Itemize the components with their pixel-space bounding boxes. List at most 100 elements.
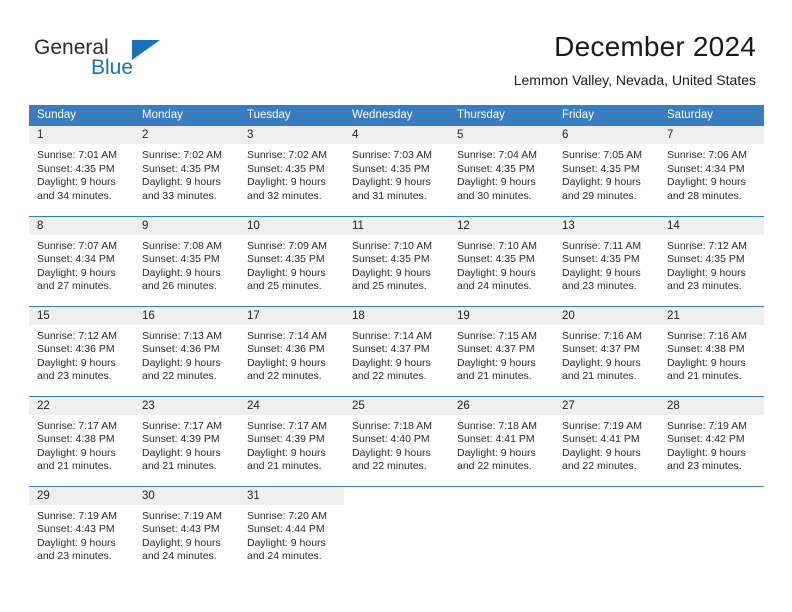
day-sunrise-text: Sunrise: 7:14 AM [247,329,327,342]
day-details: Sunrise: 7:15 AM Sunset: 4:37 PM Daylight:… [449,325,554,384]
day-number: 28 [659,396,764,415]
calendar-day-cell[interactable]: 2 Sunrise: 7:02 AM Sunset: 4:35 PM Daylight… [134,126,239,216]
day-sunset-text: Sunset: 4:36 PM [247,343,325,356]
calendar-day-cell[interactable]: 1 Sunrise: 7:01 AM Sunset: 4:35 PM Daylight… [29,126,134,216]
weekday-header-sunday: Sunday [29,105,134,126]
calendar-day-cell[interactable]: 10 Sunrise: 7:09 AM Sunset: 4:35 PM Dayligh… [239,215,344,306]
calendar-day-cell-empty [554,485,659,576]
day-daylight2-text: and 31 minutes. [352,189,427,202]
day-sunset-text: Sunset: 4:34 PM [37,253,115,266]
calendar-day-cell[interactable]: 16 Sunrise: 7:13 AM Sunset: 4:36 PM Dayligh… [134,305,239,396]
day-daylight2-text: and 30 minutes. [457,189,532,202]
day-daylight2-text: and 21 minutes. [457,370,532,383]
calendar-day-cell[interactable]: 25 Sunrise: 7:18 AM Sunset: 4:40 PM Dayligh… [344,395,449,486]
day-sunset-text: Sunset: 4:37 PM [562,343,640,356]
day-sunset-text: Sunset: 4:38 PM [37,433,115,446]
day-sunrise-text: Sunrise: 7:01 AM [37,149,117,161]
calendar-day-cell[interactable]: 6 Sunrise: 7:05 AM Sunset: 4:35 PM Daylight… [554,126,659,216]
calendar-day-cell[interactable]: 26 Sunrise: 7:18 AM Sunset: 4:41 PM Dayligh… [449,395,554,486]
day-sunrise-text: Sunrise: 7:02 AM [247,149,327,161]
calendar-day-cell[interactable]: 29 Sunrise: 7:19 AM Sunset: 4:43 PM Dayligh… [29,485,134,576]
day-sunrise-text: Sunrise: 7:09 AM [247,239,327,252]
calendar-day-cell[interactable]: 28 Sunrise: 7:19 AM Sunset: 4:42 PM Dayligh… [659,395,764,486]
calendar-day-cell[interactable]: 9 Sunrise: 7:08 AM Sunset: 4:35 PM Daylight… [134,215,239,306]
day-sunrise-text: Sunrise: 7:12 AM [37,329,117,342]
day-number: 4 [344,126,449,144]
day-sunset-text: Sunset: 4:41 PM [457,433,535,446]
calendar-day-cell[interactable]: 19 Sunrise: 7:15 AM Sunset: 4:37 PM Dayligh… [449,305,554,396]
day-number: 8 [29,216,134,235]
day-daylight1-text: Daylight: 9 hours [352,446,431,459]
day-details: Sunrise: 7:19 AM Sunset: 4:43 PM Daylight:… [134,505,239,564]
day-daylight2-text: and 34 minutes. [37,189,112,202]
calendar-day-cell[interactable]: 27 Sunrise: 7:19 AM Sunset: 4:41 PM Dayligh… [554,395,659,486]
page-title: December 2024 [554,31,756,62]
day-sunrise-text: Sunrise: 7:08 AM [142,239,222,252]
day-daylight2-text: and 25 minutes. [247,280,322,293]
day-details: Sunrise: 7:04 AM Sunset: 4:35 PM Daylight:… [449,144,554,203]
day-daylight1-text: Daylight: 9 hours [247,266,326,279]
weekday-header-friday: Friday [554,105,659,126]
calendar-day-cell[interactable]: 14 Sunrise: 7:12 AM Sunset: 4:35 PM Dayligh… [659,215,764,306]
day-number: 17 [239,306,344,325]
calendar-day-cell[interactable]: 18 Sunrise: 7:14 AM Sunset: 4:37 PM Dayligh… [344,305,449,396]
day-sunset-text: Sunset: 4:36 PM [37,343,115,356]
calendar-day-cell[interactable]: 12 Sunrise: 7:10 AM Sunset: 4:35 PM Dayligh… [449,215,554,306]
day-number: 11 [344,216,449,235]
day-number: 21 [659,306,764,325]
day-daylight2-text: and 21 minutes. [142,460,217,473]
day-daylight1-text: Daylight: 9 hours [562,446,641,459]
calendar-day-cell[interactable]: 4 Sunrise: 7:03 AM Sunset: 4:35 PM Daylight… [344,126,449,216]
day-daylight2-text: and 23 minutes. [562,280,637,293]
day-sunset-text: Sunset: 4:35 PM [562,162,640,175]
calendar-day-cell[interactable]: 30 Sunrise: 7:19 AM Sunset: 4:43 PM Dayligh… [134,485,239,576]
day-details: Sunrise: 7:07 AM Sunset: 4:34 PM Daylight:… [29,235,134,294]
calendar-day-cell[interactable]: 7 Sunrise: 7:06 AM Sunset: 4:34 PM Daylight… [659,126,764,216]
calendar-grid: Sunday Monday Tuesday Wednesday Thursday… [29,105,764,576]
day-sunset-text: Sunset: 4:42 PM [667,433,745,446]
calendar-day-cell[interactable]: 5 Sunrise: 7:04 AM Sunset: 4:35 PM Daylight… [449,126,554,216]
calendar-day-cell[interactable]: 8 Sunrise: 7:07 AM Sunset: 4:34 PM Daylight… [29,215,134,306]
calendar-day-cell[interactable]: 13 Sunrise: 7:11 AM Sunset: 4:35 PM Dayligh… [554,215,659,306]
calendar-day-cell[interactable]: 3 Sunrise: 7:02 AM Sunset: 4:35 PM Daylight… [239,126,344,216]
weekday-header-saturday: Saturday [659,105,764,126]
day-daylight1-text: Daylight: 9 hours [352,266,431,279]
calendar-day-cell[interactable]: 24 Sunrise: 7:17 AM Sunset: 4:39 PM Dayligh… [239,395,344,486]
day-sunrise-text: Sunrise: 7:17 AM [37,419,117,432]
day-number: 7 [659,126,764,144]
day-daylight1-text: Daylight: 9 hours [37,266,116,279]
page-subtitle: Lemmon Valley, Nevada, United States [513,72,756,88]
day-daylight2-text: and 23 minutes. [37,370,112,383]
day-details: Sunrise: 7:16 AM Sunset: 4:38 PM Daylight:… [659,325,764,384]
day-daylight2-text: and 27 minutes. [37,280,112,293]
day-daylight2-text: and 21 minutes. [667,370,742,383]
day-sunrise-text: Sunrise: 7:07 AM [37,239,117,252]
generalblue-logo[interactable]: General Blue [34,36,234,84]
day-daylight1-text: Daylight: 9 hours [142,446,221,459]
day-number: 10 [239,216,344,235]
calendar-day-cell[interactable]: 23 Sunrise: 7:17 AM Sunset: 4:39 PM Dayligh… [134,395,239,486]
calendar-day-cell[interactable]: 17 Sunrise: 7:14 AM Sunset: 4:36 PM Dayligh… [239,305,344,396]
calendar-week-row: 8 Sunrise: 7:07 AM Sunset: 4:34 PM Daylight… [29,215,764,306]
calendar-day-cell[interactable]: 31 Sunrise: 7:20 AM Sunset: 4:44 PM Dayligh… [239,485,344,576]
calendar-day-cell[interactable]: 21 Sunrise: 7:16 AM Sunset: 4:38 PM Dayligh… [659,305,764,396]
day-daylight2-text: and 24 minutes. [247,550,322,563]
day-details: Sunrise: 7:17 AM Sunset: 4:39 PM Daylight:… [239,415,344,474]
calendar-day-cell[interactable]: 15 Sunrise: 7:12 AM Sunset: 4:36 PM Dayligh… [29,305,134,396]
day-daylight1-text: Daylight: 9 hours [37,176,116,189]
weekday-header-row: Sunday Monday Tuesday Wednesday Thursday… [29,105,764,126]
day-details: Sunrise: 7:14 AM Sunset: 4:37 PM Daylight:… [344,325,449,384]
day-daylight2-text: and 23 minutes. [37,550,112,563]
calendar-day-cell-empty [344,485,449,576]
day-number [449,486,554,505]
day-details: Sunrise: 7:14 AM Sunset: 4:36 PM Daylight:… [239,325,344,384]
day-number: 19 [449,306,554,325]
calendar-week-row: 22 Sunrise: 7:17 AM Sunset: 4:38 PM Dayligh… [29,395,764,486]
day-details: Sunrise: 7:06 AM Sunset: 4:34 PM Daylight:… [659,144,764,203]
calendar-day-cell[interactable]: 20 Sunrise: 7:16 AM Sunset: 4:37 PM Dayligh… [554,305,659,396]
calendar-day-cell[interactable]: 11 Sunrise: 7:10 AM Sunset: 4:35 PM Dayligh… [344,215,449,306]
day-number: 22 [29,396,134,415]
calendar-day-cell[interactable]: 22 Sunrise: 7:17 AM Sunset: 4:38 PM Dayligh… [29,395,134,486]
day-daylight1-text: Daylight: 9 hours [37,356,116,369]
day-daylight2-text: and 22 minutes. [352,460,427,473]
